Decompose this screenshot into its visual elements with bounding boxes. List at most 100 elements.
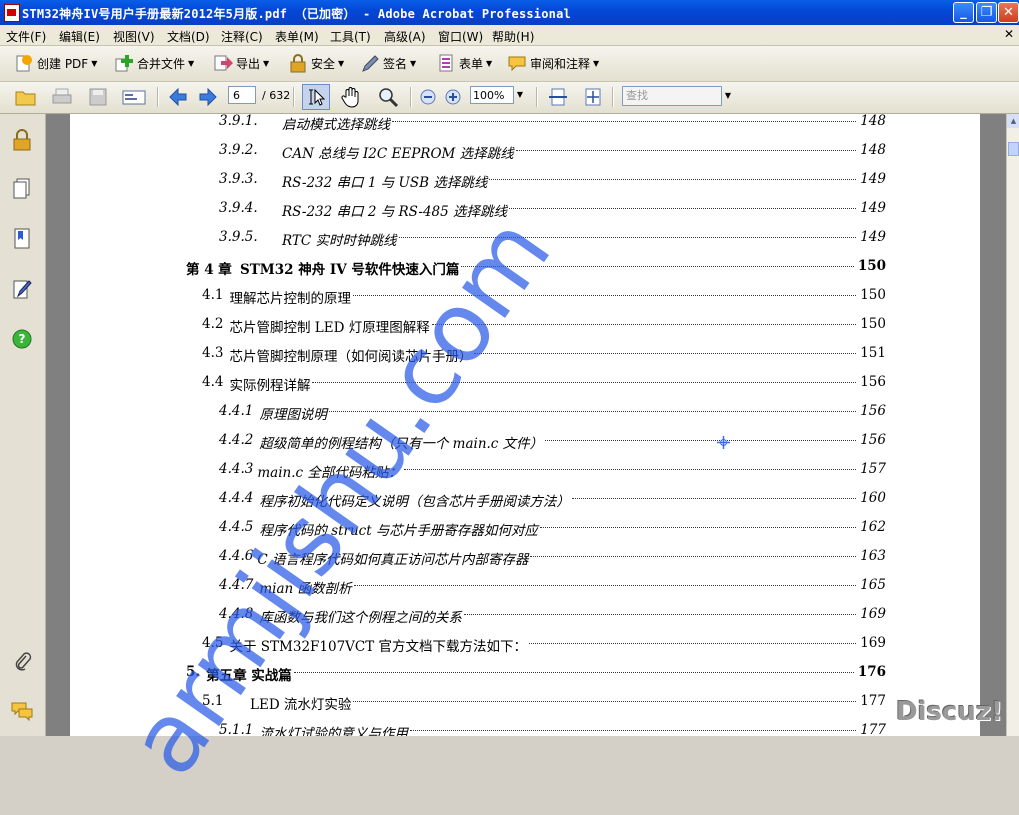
toc-entry[interactable]: 4.5 关于 STM32F107VCT 官方文档下载方法如下： 169 <box>70 632 980 655</box>
zoom-tool-button[interactable] <box>376 86 400 108</box>
page-total-label: / 632 <box>262 89 291 102</box>
next-page-button[interactable] <box>196 86 220 108</box>
toc-title: 程序初始化代码定义说明（包含芯片手册阅读方法） <box>259 494 570 510</box>
toc-number: 4.4.1 <box>219 403 254 419</box>
menu-advanced[interactable]: 高级(A) <box>384 28 426 45</box>
toc-entry[interactable]: 4.4.7 mian 函数剖析 165 <box>70 574 980 597</box>
zoom-in-button[interactable] <box>441 86 465 108</box>
toc-entry[interactable]: 4.4.2 超级简单的例程结构（只有一个 main.c 文件） 156 <box>70 429 980 452</box>
toc-entry[interactable]: 4.3 芯片管脚控制原理（如何阅读芯片手册） 151 <box>70 342 980 365</box>
toc-number: 3.9.3. <box>219 171 258 187</box>
toc-page-number: 177 <box>860 693 886 709</box>
open-button[interactable] <box>14 86 38 108</box>
close-button[interactable]: ✕ <box>998 2 1019 23</box>
toc-entry[interactable]: 5.1 LED 流水灯实验 177 <box>70 690 980 713</box>
toc-entry[interactable]: 4.4.3 main.c 全部代码粘贴： 157 <box>70 458 980 481</box>
help-button[interactable]: ? <box>11 327 33 351</box>
page-number-input[interactable]: 6 <box>228 86 256 104</box>
save-button[interactable] <box>86 86 110 108</box>
bookmarks-panel-button[interactable] <box>11 227 33 251</box>
toc-leader-dots <box>461 266 854 267</box>
toc-number: 3.9.2. <box>219 142 258 158</box>
export-label: 导出 <box>236 56 261 71</box>
toc-page-number: 177 <box>860 722 886 736</box>
signatures-panel-button[interactable] <box>11 277 33 301</box>
document-close-icon[interactable]: ✕ <box>1002 27 1016 41</box>
toc-page-number: 149 <box>860 229 886 245</box>
toc-entry[interactable]: 4.4.1 原理图说明 156 <box>70 400 980 423</box>
toc-entry[interactable]: 4.4.8 库函数与我们这个例程之间的关系 169 <box>70 603 980 626</box>
chevron-down-icon: ▼ <box>486 58 493 68</box>
forms-button[interactable]: 表单 ▼ <box>436 52 492 74</box>
export-button[interactable]: 导出 ▼ <box>213 52 269 74</box>
fit-page-button[interactable] <box>581 86 605 108</box>
review-comment-button[interactable]: 审阅和注释 ▼ <box>507 52 599 74</box>
toc-title: 库函数与我们这个例程之间的关系 <box>259 610 462 626</box>
pdf-page: 3.9.1. 启动模式选择跳线 148 3.9.2. CAN 总线与 I2C EEPRO… <box>70 114 980 736</box>
chevron-down-icon: ▼ <box>593 58 600 68</box>
toc-entry[interactable]: 第 4 章 STM32 神舟 IV 号软件快速入门篇 150 <box>70 255 980 278</box>
maximize-button[interactable]: ❐ <box>976 2 997 23</box>
minimize-button[interactable]: _ <box>953 2 974 23</box>
vertical-scrollbar[interactable]: ▲ <box>1006 114 1019 736</box>
toc-entry[interactable]: 3.9.1. 启动模式选择跳线 148 <box>70 114 980 133</box>
zoom-out-button[interactable] <box>416 86 440 108</box>
zoom-in-icon <box>445 89 461 105</box>
menu-tools[interactable]: 工具(T) <box>330 28 371 45</box>
toc-entry[interactable]: 4.4.4 程序初始化代码定义说明（包含芯片手册阅读方法） 160 <box>70 487 980 510</box>
find-input[interactable]: 查找 <box>622 86 722 106</box>
document-view[interactable]: 3.9.1. 启动模式选择跳线 148 3.9.2. CAN 总线与 I2C EEPRO… <box>46 114 1006 736</box>
toc-entry[interactable]: 4.4 实际例程详解 156 <box>70 371 980 394</box>
menu-help[interactable]: 帮助(H) <box>492 28 534 45</box>
menu-document[interactable]: 文档(D) <box>167 28 210 45</box>
security-label: 安全 <box>311 56 336 71</box>
print-button[interactable] <box>50 86 74 108</box>
toc-entry[interactable]: 5. 第五章 实战篇 176 <box>70 661 980 684</box>
toc-leader-dots <box>529 643 857 644</box>
menu-comments[interactable]: 注释(C) <box>221 28 263 45</box>
toc-entry[interactable]: 3.9.3. RS-232 串口 1 与 USB 选择跳线 149 <box>70 168 980 191</box>
toc-entry[interactable]: 4.4.6 C 语言程序代码如何真正访问芯片内部寄存器 163 <box>70 545 980 568</box>
select-tool-button[interactable] <box>302 84 330 110</box>
comments-panel-button[interactable] <box>11 699 33 723</box>
toc-entry[interactable]: 3.9.2. CAN 总线与 I2C EEPROM 选择跳线 148 <box>70 139 980 162</box>
toc-entry[interactable]: 4.4.5 程序代码的 struct 与芯片手册寄存器如何对应 162 <box>70 516 980 539</box>
menu-view[interactable]: 视图(V) <box>113 28 155 45</box>
email-icon <box>122 90 146 105</box>
fit-width-button[interactable] <box>546 86 570 108</box>
toc-number: 4.4.7 <box>219 577 254 593</box>
email-button[interactable] <box>122 86 146 108</box>
sign-button[interactable]: 签名 ▼ <box>360 52 416 74</box>
pages-panel-button[interactable] <box>11 177 33 201</box>
toc-entry[interactable]: 5.1.1 流水灯试验的意义与作用 177 <box>70 719 980 736</box>
toc-entry[interactable]: 4.1 理解芯片控制的原理 150 <box>70 284 980 307</box>
security-button[interactable]: 安全 ▼ <box>288 52 344 74</box>
menu-edit[interactable]: 编辑(E) <box>59 28 100 45</box>
menu-window[interactable]: 窗口(W) <box>438 28 483 45</box>
scrollbar-thumb[interactable] <box>1008 142 1019 156</box>
previous-page-button[interactable] <box>166 86 190 108</box>
hand-tool-button[interactable] <box>339 86 363 108</box>
toc-title: 超级简单的例程结构（只有一个 main.c 文件） <box>259 436 544 452</box>
zoom-level-input[interactable]: 100% <box>470 86 514 104</box>
toc-entry[interactable]: 3.9.5. RTC 实时时钟跳线 149 <box>70 226 980 249</box>
toc-leader-dots <box>489 179 857 180</box>
security-settings-button[interactable] <box>11 128 33 152</box>
menu-bar: 文件(F) 编辑(E) 视图(V) 文档(D) 注释(C) 表单(M) 工具(T… <box>0 25 1019 46</box>
toc-number: 第 4 章 <box>186 262 232 278</box>
scroll-up-icon[interactable]: ▲ <box>1007 114 1019 128</box>
toc-entry[interactable]: 3.9.4. RS-232 串口 2 与 RS-485 选择跳线 149 <box>70 197 980 220</box>
combine-files-button[interactable]: 合并文件 ▼ <box>114 52 194 74</box>
crosshair-cursor-icon <box>717 436 730 449</box>
toc-leader-dots <box>353 585 857 586</box>
magnifier-icon <box>379 88 399 108</box>
create-pdf-button[interactable]: 创建 PDF ▼ <box>14 52 97 74</box>
printer-icon <box>52 88 72 104</box>
zoom-dropdown-icon[interactable]: ▼ <box>514 86 526 104</box>
menu-file[interactable]: 文件(F) <box>6 28 46 45</box>
attachments-panel-button[interactable] <box>11 649 33 673</box>
menu-forms[interactable]: 表单(M) <box>275 28 319 45</box>
toc-entry[interactable]: 4.2 芯片管脚控制 LED 灯原理图解释 150 <box>70 313 980 336</box>
toc-number: 4.4.4 <box>219 490 254 506</box>
find-dropdown-icon[interactable]: ▼ <box>723 86 733 106</box>
